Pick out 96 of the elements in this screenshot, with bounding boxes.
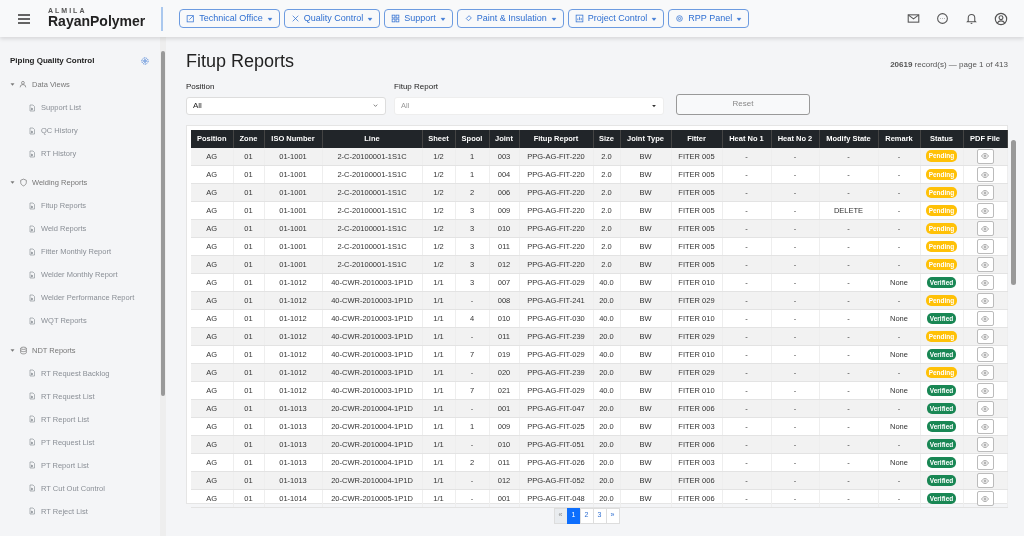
scrollbar-thumb[interactable] — [161, 51, 165, 396]
caret-icon — [266, 15, 273, 22]
eye-icon — [981, 206, 989, 215]
document-icon — [28, 126, 36, 135]
document-icon — [28, 317, 36, 325]
eye-icon — [981, 170, 989, 179]
caret-icon — [550, 15, 557, 22]
eye-icon — [981, 350, 989, 359]
shield-icon — [19, 178, 28, 188]
filter-label: Position — [186, 80, 216, 93]
document-icon — [28, 149, 36, 158]
document-icon — [28, 392, 36, 401]
view-pdf-button[interactable] — [976, 257, 994, 273]
view-pdf-button[interactable] — [976, 167, 994, 183]
select-field[interactable]: All — [186, 96, 386, 115]
caret-icon — [736, 15, 743, 22]
document-icon — [28, 415, 36, 424]
view-pdf-button[interactable] — [976, 473, 994, 489]
menu-dropdown[interactable]: Project Control — [567, 8, 665, 29]
chevron-down-icon — [372, 102, 379, 110]
menu-dropdown[interactable]: Paint & Insulation — [456, 8, 564, 29]
view-pdf-button[interactable] — [976, 239, 994, 255]
caret-icon — [651, 102, 657, 109]
view-pdf-button[interactable] — [976, 491, 994, 507]
scrollbar-thumb[interactable] — [1010, 139, 1016, 285]
chart-icon — [574, 14, 584, 23]
pencil-square-icon — [186, 14, 196, 23]
document-icon — [28, 294, 36, 302]
caret-down-icon — [10, 347, 15, 353]
menu-dropdown[interactable]: Support — [384, 8, 453, 29]
eye-icon — [981, 458, 989, 467]
grid-icon — [391, 14, 401, 23]
mail-icon — [907, 12, 920, 25]
eye-icon — [981, 152, 989, 161]
view-pdf-button[interactable] — [976, 148, 994, 164]
eye-icon — [981, 224, 989, 233]
eye-icon — [981, 404, 989, 413]
record-summary: 20619 record(s) — page 1 of 413 — [890, 59, 1008, 71]
caret-down-icon — [10, 82, 15, 88]
menu-dropdown[interactable]: Technical Office — [179, 8, 280, 29]
eye-icon — [981, 242, 989, 251]
caret-icon — [651, 15, 658, 22]
caret-down-icon — [10, 180, 15, 186]
user-avatar-icon — [994, 11, 1008, 26]
bell-icon — [965, 12, 978, 25]
view-pdf-button[interactable] — [976, 293, 994, 309]
view-pdf-button[interactable] — [976, 437, 994, 453]
database-icon — [19, 345, 28, 355]
eye-icon — [981, 494, 989, 503]
menu-dropdown[interactable]: Quality Control — [283, 8, 381, 29]
view-pdf-button[interactable] — [976, 383, 994, 399]
reset-button[interactable]: Reset — [676, 93, 810, 115]
filter-label: Fitup Report — [394, 80, 440, 93]
eye-icon — [981, 422, 989, 431]
eye-icon — [981, 332, 989, 341]
document-icon — [28, 271, 36, 279]
view-pdf-button[interactable] — [976, 311, 994, 327]
eye-icon — [981, 278, 989, 287]
gear-icon — [675, 14, 685, 23]
document-icon — [28, 369, 36, 378]
document-icon — [28, 202, 36, 210]
eye-icon — [981, 188, 989, 197]
view-pdf-button[interactable] — [976, 365, 994, 381]
person-icon — [19, 80, 28, 90]
document-icon — [28, 507, 36, 516]
view-pdf-button[interactable] — [976, 185, 994, 201]
document-icon — [28, 103, 36, 112]
page-title: Fitup Reports — [186, 51, 295, 73]
eye-icon — [981, 386, 989, 395]
document-icon — [28, 225, 36, 233]
sidebar-title: Piping Quality Control — [10, 55, 95, 67]
view-pdf-button[interactable] — [976, 419, 994, 435]
document-icon — [28, 461, 36, 470]
eye-icon — [981, 368, 989, 377]
view-pdf-button[interactable] — [976, 347, 994, 363]
eye-icon — [981, 476, 989, 485]
view-pdf-button[interactable] — [976, 203, 994, 219]
eye-icon — [981, 296, 989, 305]
document-icon — [28, 248, 36, 256]
caret-icon — [439, 15, 446, 22]
document-icon — [28, 438, 36, 447]
document-icon — [28, 484, 36, 493]
menu-dropdown[interactable]: RPP Panel — [668, 8, 750, 29]
tools-icon — [290, 14, 300, 23]
brand-name: RayanPolymer — [48, 14, 146, 30]
eye-icon — [981, 314, 989, 323]
settings-icon — [140, 56, 150, 66]
view-pdf-button[interactable] — [976, 401, 994, 417]
eye-icon — [981, 260, 989, 269]
caret-icon — [367, 15, 374, 22]
eye-icon — [981, 440, 989, 449]
chat-icon — [936, 12, 949, 25]
view-pdf-button[interactable] — [976, 221, 994, 237]
view-pdf-button[interactable] — [976, 455, 994, 471]
view-pdf-button[interactable] — [976, 275, 994, 291]
view-pdf-button[interactable] — [976, 329, 994, 345]
